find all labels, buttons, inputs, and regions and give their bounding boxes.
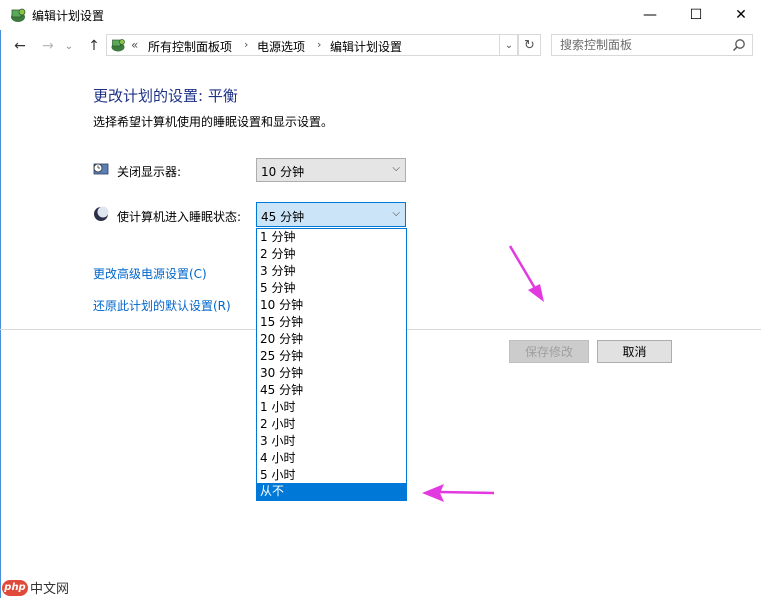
dropdown-option[interactable]: 4 小时 <box>257 450 406 467</box>
up-arrow-icon[interactable]: ↑ <box>84 36 104 56</box>
breadcrumb-edit-plan-settings[interactable]: 编辑计划设置 <box>330 38 402 55</box>
dropdown-option[interactable]: 45 分钟 <box>257 382 406 399</box>
save-changes-button[interactable]: 保存修改 <box>509 340 589 363</box>
control-panel-icon <box>111 39 125 52</box>
restore-defaults-link[interactable]: 还原此计划的默认设置(R) <box>93 297 231 314</box>
advanced-power-settings-link[interactable]: 更改高级电源设置(C) <box>93 265 207 282</box>
cancel-button[interactable]: 取消 <box>597 340 672 363</box>
power-options-app-icon <box>11 8 26 22</box>
dropdown-option[interactable]: 1 小时 <box>257 399 406 416</box>
address-dropdown-chevron-icon[interactable]: ⌄ <box>499 34 519 56</box>
dropdown-option[interactable]: 3 小时 <box>257 433 406 450</box>
watermark-text: 中文网 <box>30 582 70 597</box>
dropdown-option[interactable]: 10 分钟 <box>257 297 406 314</box>
title-bar: 编辑计划设置 — ☐ ✕ <box>0 0 761 30</box>
dropdown-option[interactable]: 5 分钟 <box>257 280 406 297</box>
breadcrumb-overflow[interactable]: « <box>131 38 138 52</box>
recent-locations-chevron-icon[interactable]: ⌄ <box>62 36 76 56</box>
display-off-select[interactable]: 10 分钟 ⌵ <box>256 158 406 182</box>
dropdown-option[interactable]: 15 分钟 <box>257 314 406 331</box>
watermark: php 中文网 <box>2 578 69 597</box>
sleep-value: 45 分钟 <box>261 210 305 224</box>
dropdown-option[interactable]: 3 分钟 <box>257 263 406 280</box>
search-icon[interactable] <box>732 38 746 52</box>
breadcrumb-separator[interactable]: › <box>244 38 248 51</box>
close-button[interactable]: ✕ <box>718 0 761 30</box>
window-left-border <box>0 30 1 598</box>
dropdown-option[interactable]: 2 分钟 <box>257 246 406 263</box>
search-box[interactable] <box>551 34 753 56</box>
sleep-moon-icon <box>94 206 109 221</box>
page-title: 更改计划的设置: 平衡 <box>93 87 238 105</box>
breadcrumb-separator[interactable]: › <box>317 38 321 51</box>
back-arrow-icon[interactable]: ← <box>10 36 30 56</box>
address-bar[interactable]: « 所有控制面板项 › 电源选项 › 编辑计划设置 <box>106 34 518 56</box>
sleep-dropdown-list[interactable]: 1 分钟 2 分钟 3 分钟 5 分钟 10 分钟 15 分钟 20 分钟 25… <box>256 228 407 501</box>
annotation-arrow <box>508 245 544 302</box>
forward-arrow-icon[interactable]: → <box>38 36 58 56</box>
window-title: 编辑计划设置 <box>32 9 105 23</box>
chevron-down-icon: ⌵ <box>392 163 400 174</box>
annotation-arrow <box>422 484 495 502</box>
dropdown-option[interactable]: 5 小时 <box>257 467 406 484</box>
sleep-select[interactable]: 45 分钟 ⌵ <box>256 202 406 227</box>
dropdown-option[interactable]: 2 小时 <box>257 416 406 433</box>
search-input[interactable] <box>552 35 735 55</box>
dropdown-option-never-selected[interactable]: 从不 <box>257 483 406 500</box>
maximize-button[interactable]: ☐ <box>673 0 719 30</box>
sleep-label: 使计算机进入睡眠状态: <box>117 210 242 224</box>
display-off-value: 10 分钟 <box>261 165 305 179</box>
display-off-label: 关闭显示器: <box>117 165 182 179</box>
page-description: 选择希望计算机使用的睡眠设置和显示设置。 <box>93 115 334 129</box>
dropdown-option[interactable]: 20 分钟 <box>257 331 406 348</box>
refresh-icon[interactable]: ↻ <box>519 34 541 56</box>
minimize-button[interactable]: — <box>627 0 673 30</box>
chevron-down-icon: ⌵ <box>392 208 400 219</box>
display-clock-icon <box>93 163 109 175</box>
breadcrumb-all-control-panel-items[interactable]: 所有控制面板项 <box>148 38 232 55</box>
dropdown-option[interactable]: 1 分钟 <box>257 229 406 246</box>
dropdown-option[interactable]: 25 分钟 <box>257 348 406 365</box>
breadcrumb-power-options[interactable]: 电源选项 <box>257 38 305 55</box>
dropdown-option[interactable]: 30 分钟 <box>257 365 406 382</box>
php-logo: php <box>2 579 28 596</box>
